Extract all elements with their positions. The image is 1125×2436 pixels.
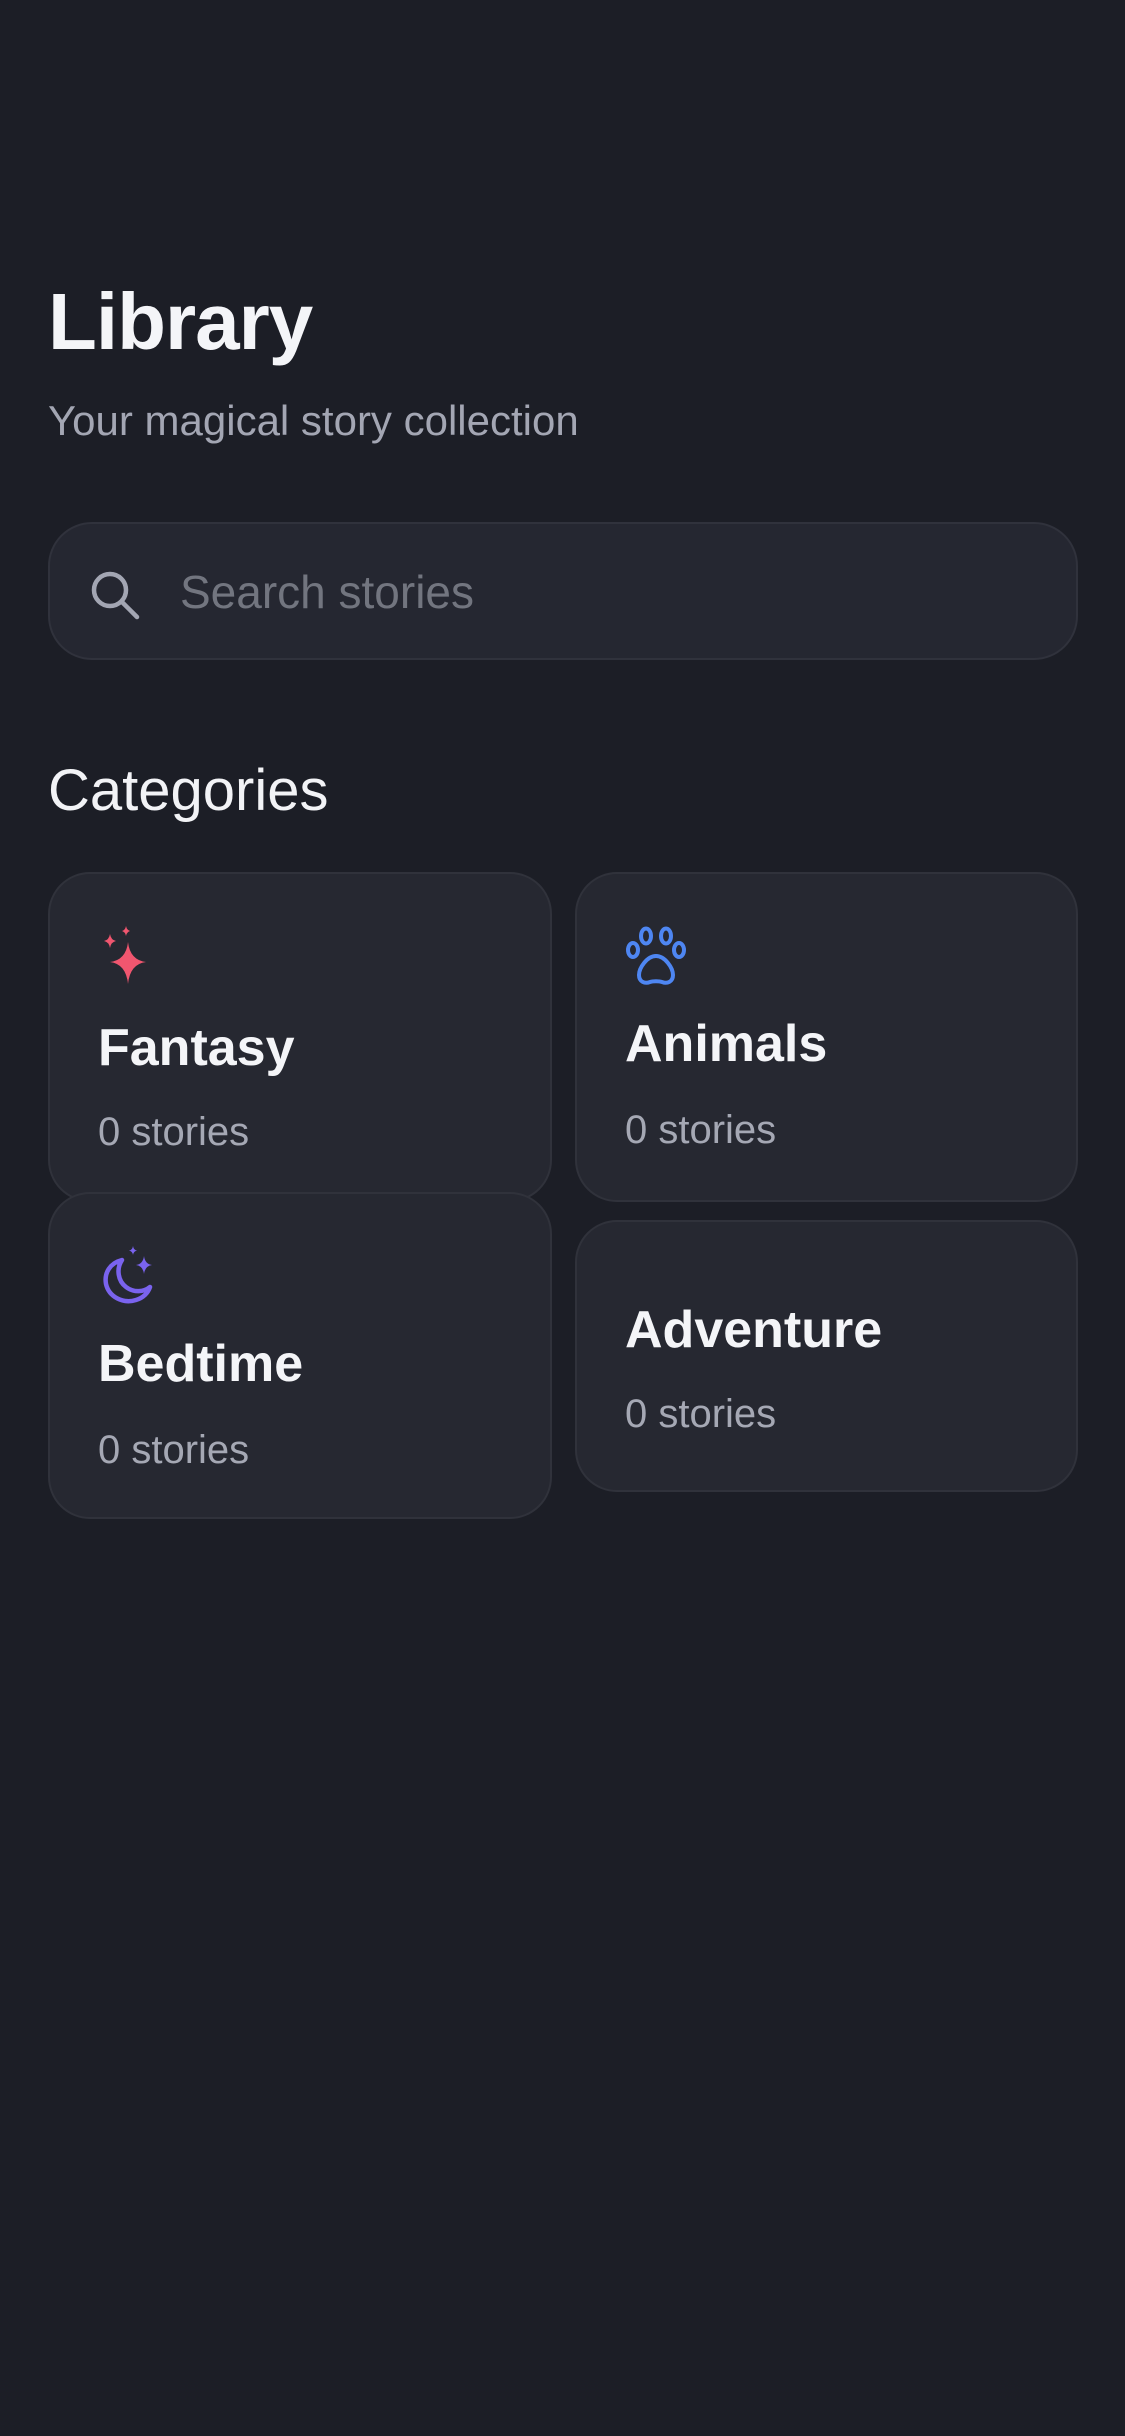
section-title-categories: Categories xyxy=(48,758,329,823)
category-count: 0 stories xyxy=(98,1110,250,1154)
category-name: Fantasy xyxy=(98,1019,295,1077)
moon-stars-icon xyxy=(103,1246,153,1304)
search-input[interactable] xyxy=(180,554,1040,630)
sparkles-icon xyxy=(104,926,146,984)
search-bar[interactable] xyxy=(48,522,1078,660)
category-name: Adventure xyxy=(625,1301,883,1359)
category-card-bedtime[interactable]: Bedtime 0 stories xyxy=(48,1192,552,1519)
category-card-adventure[interactable]: Adventure 0 stories xyxy=(575,1220,1078,1492)
category-count: 0 stories xyxy=(625,1108,777,1152)
page-subtitle: Your magical story collection xyxy=(48,397,579,444)
category-name: Bedtime xyxy=(98,1335,304,1393)
category-card-fantasy[interactable]: Fantasy 0 stories xyxy=(48,872,552,1202)
category-count: 0 stories xyxy=(98,1428,250,1472)
page-title: Library xyxy=(48,277,313,366)
paw-icon xyxy=(626,926,686,985)
category-name: Animals xyxy=(625,1015,828,1073)
search-icon xyxy=(91,571,140,620)
category-count: 0 stories xyxy=(625,1392,777,1436)
category-card-animals[interactable]: Animals 0 stories xyxy=(575,872,1078,1202)
